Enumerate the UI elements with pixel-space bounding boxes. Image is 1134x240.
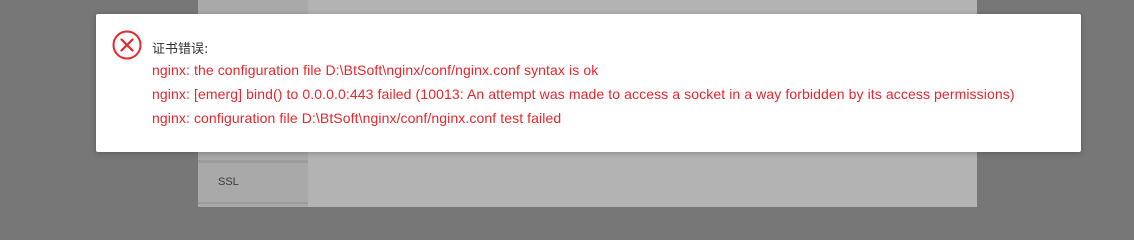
nav-divider bbox=[198, 160, 308, 163]
nav-item-ssl[interactable]: SSL bbox=[218, 176, 239, 188]
error-dialog: 证书错误: nginx: the configuration file D:\B… bbox=[96, 14, 1081, 152]
error-message-line: nginx: configuration file D:\BtSoft\ngin… bbox=[152, 110, 562, 126]
dialog-title: 证书错误: bbox=[152, 42, 209, 57]
error-message-line: nginx: the configuration file D:\BtSoft\… bbox=[152, 62, 599, 78]
nav-divider bbox=[198, 202, 308, 204]
error-message-line: nginx: [emerg] bind() to 0.0.0.0:443 fai… bbox=[152, 86, 1015, 102]
error-circle-x-icon bbox=[112, 30, 142, 60]
